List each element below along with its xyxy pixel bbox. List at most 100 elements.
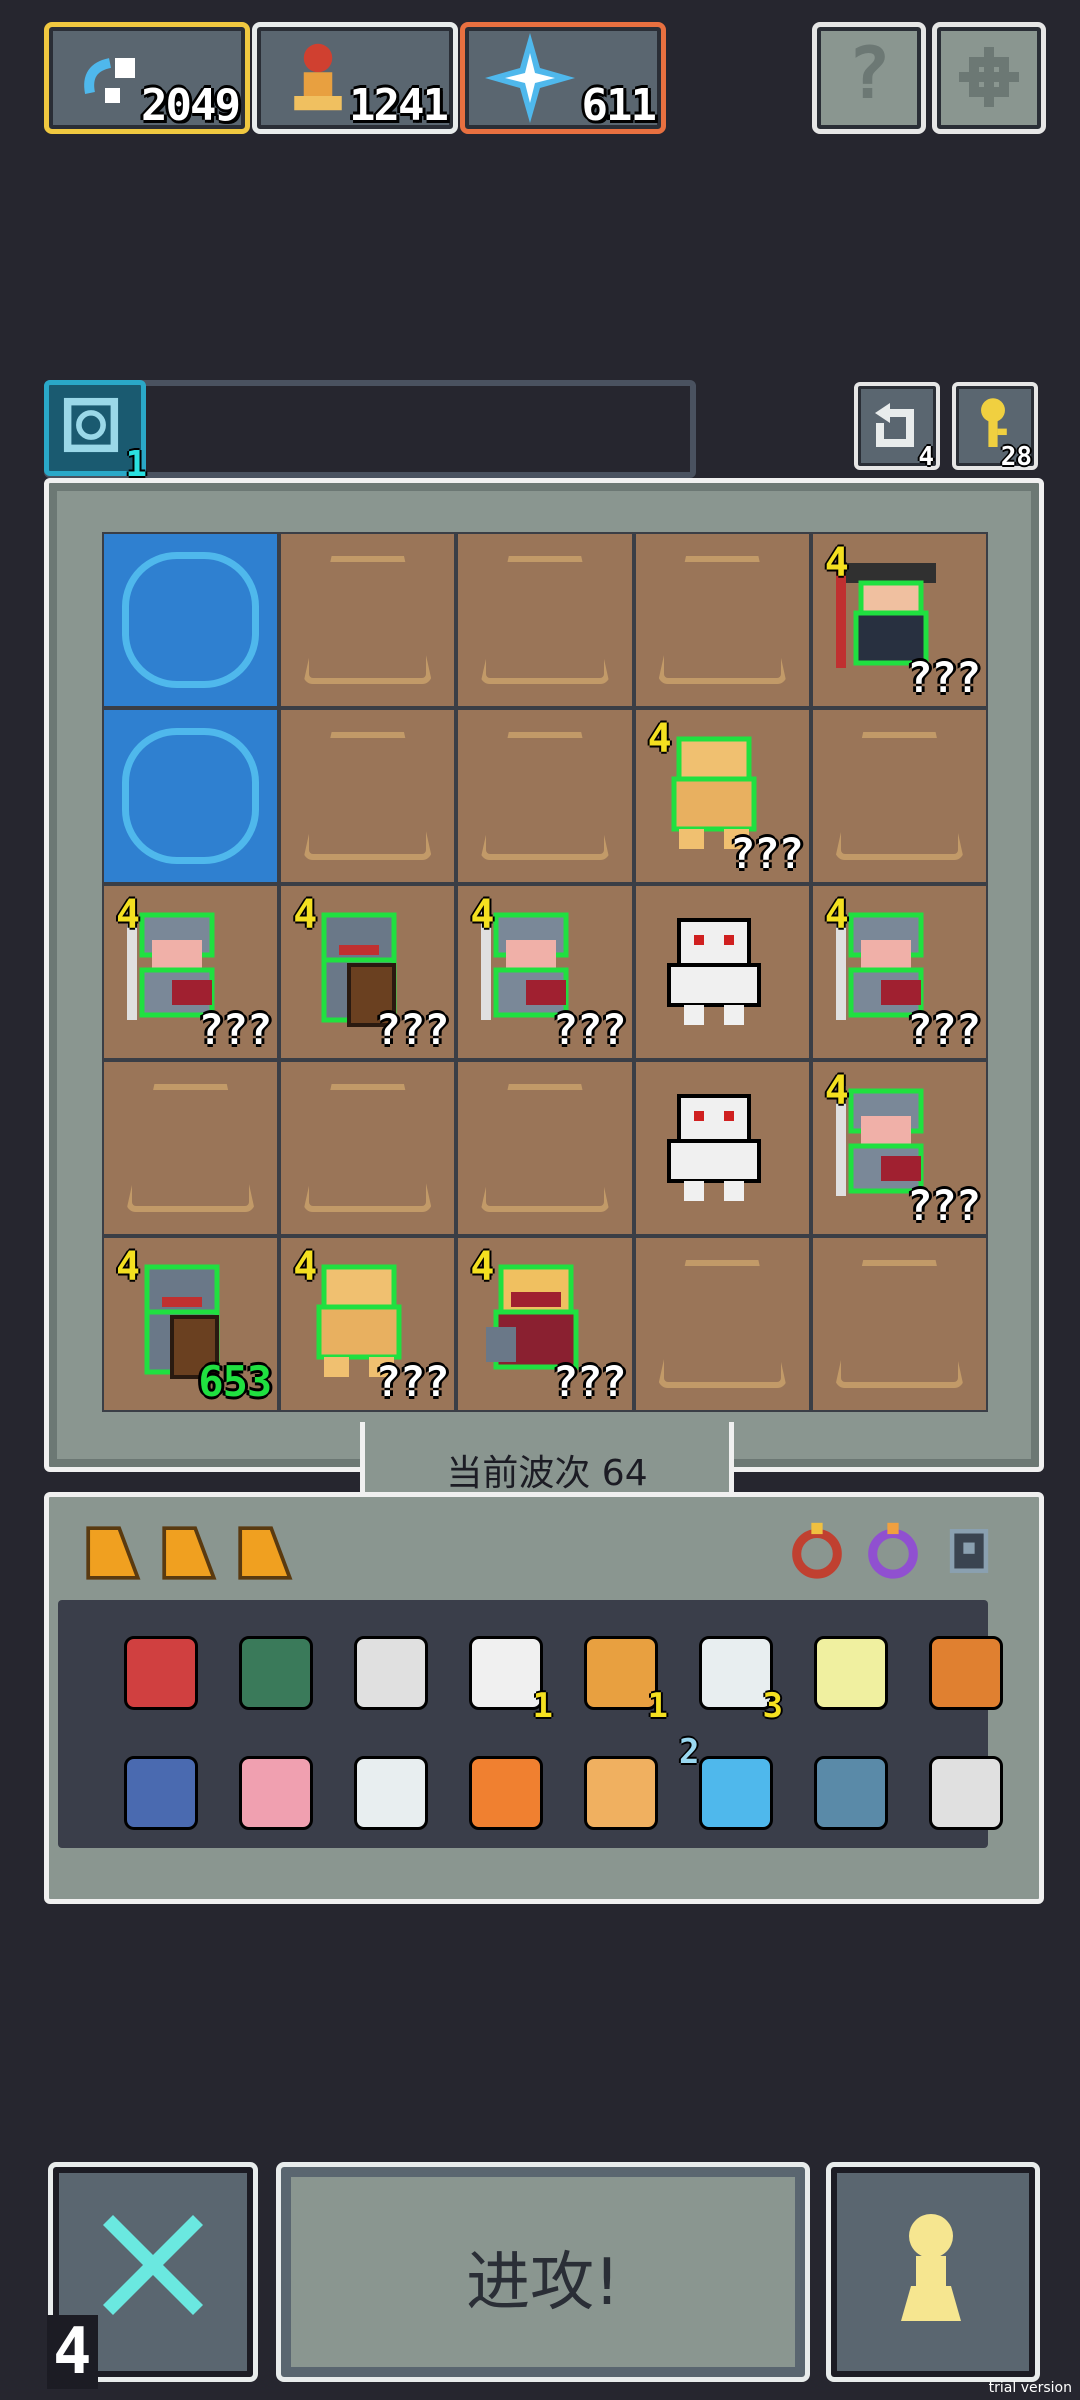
- card-icon[interactable]: [82, 1522, 144, 1584]
- red-ring-icon[interactable]: [788, 1520, 846, 1582]
- inventory-item[interactable]: [110, 1742, 206, 1838]
- peach-icon: [239, 1756, 313, 1830]
- empty-slot-icon: [126, 1084, 256, 1212]
- unit-level: 4: [293, 892, 318, 938]
- empty-slot-icon: [480, 732, 610, 860]
- help-button[interactable]: ?: [812, 22, 926, 134]
- board-cell[interactable]: [812, 710, 986, 882]
- unit-hp: ???: [729, 829, 804, 878]
- cancel-count: 4: [47, 2315, 98, 2389]
- cross-icon: [103, 2215, 203, 2315]
- attack-button[interactable]: 进攻!: [276, 2162, 810, 2382]
- star-count: 611: [581, 80, 657, 131]
- item-count: 2: [679, 1732, 700, 1772]
- key-button[interactable]: 28: [952, 382, 1038, 472]
- inventory-item[interactable]: [800, 1742, 896, 1838]
- inventory-item[interactable]: [455, 1742, 551, 1838]
- star-burst-icon: [485, 33, 575, 123]
- board-cell[interactable]: [458, 534, 632, 706]
- inventory-item[interactable]: 2: [679, 1732, 781, 1838]
- inventory-item[interactable]: [340, 1622, 436, 1718]
- empty-slot-icon: [834, 732, 964, 860]
- empty-slot-icon: [303, 1084, 433, 1212]
- inventory-item[interactable]: [225, 1742, 321, 1838]
- board-cell[interactable]: [635, 886, 809, 1058]
- board-cell[interactable]: [635, 534, 809, 706]
- board-cell[interactable]: [458, 1062, 632, 1234]
- board-cell[interactable]: 4???: [635, 710, 809, 882]
- inventory-item[interactable]: 1: [570, 1622, 668, 1726]
- item-inventory: 1 1 3 2: [58, 1600, 1003, 1848]
- unit-hp: ???: [907, 1181, 981, 1230]
- unit-level: 4: [824, 1068, 849, 1114]
- board-cell[interactable]: 4???: [458, 886, 632, 1058]
- inventory-item[interactable]: [915, 1742, 1011, 1838]
- item-count: 1: [647, 1686, 668, 1726]
- gear-icon: [959, 47, 1019, 107]
- board-cell[interactable]: 4 653: [104, 1238, 278, 1410]
- resource-stars[interactable]: 611: [460, 22, 666, 134]
- board-cell[interactable]: 4???: [458, 1238, 632, 1410]
- inventory-item[interactable]: [570, 1742, 666, 1838]
- unit-hp: 653: [198, 1357, 272, 1406]
- empty-slot-icon: [657, 1260, 787, 1388]
- settings-button[interactable]: [932, 22, 1046, 134]
- inventory-item[interactable]: [915, 1622, 1011, 1718]
- unit-hp: ???: [375, 1357, 450, 1406]
- cancel-button[interactable]: 4: [47, 2162, 258, 2389]
- board-cell[interactable]: 4???: [812, 1062, 986, 1234]
- timer-button[interactable]: 1: [44, 380, 147, 485]
- board-cell[interactable]: 4???: [812, 886, 986, 1058]
- inventory-item[interactable]: [225, 1622, 321, 1718]
- empty-slot-icon: [303, 732, 433, 860]
- inventory-item[interactable]: 3: [685, 1622, 783, 1726]
- mushroom-hook-icon: [929, 1636, 1003, 1710]
- board-cell[interactable]: [458, 710, 632, 882]
- turtle-shell-icon: [239, 1636, 313, 1710]
- inventory-item[interactable]: [110, 1622, 206, 1718]
- water-tile-icon: [122, 552, 260, 688]
- item-count: 1: [532, 1686, 553, 1726]
- unit-level: 4: [470, 892, 495, 938]
- water-tile-icon: [122, 728, 260, 864]
- inventory-item[interactable]: 1: [455, 1622, 553, 1726]
- unit-level: 4: [470, 1244, 495, 1290]
- inventory-item[interactable]: [340, 1742, 436, 1838]
- card-icon[interactable]: [158, 1522, 220, 1584]
- board-cell[interactable]: 4???: [281, 1238, 455, 1410]
- empty-slot-icon: [657, 556, 787, 684]
- pawn-button[interactable]: [826, 2162, 1040, 2382]
- pawn-token-icon: [294, 43, 342, 111]
- hook-icon: [929, 1756, 1003, 1830]
- board-cell[interactable]: 4???: [281, 886, 455, 1058]
- board-cell[interactable]: [104, 1062, 278, 1234]
- board-cell[interactable]: [104, 710, 278, 882]
- board-cell[interactable]: [281, 1062, 455, 1234]
- board-cell[interactable]: 4???: [104, 886, 278, 1058]
- crystal-orb-icon: [814, 1756, 888, 1830]
- inventory-item[interactable]: [800, 1622, 896, 1718]
- attack-label: 进攻!: [466, 2246, 620, 2320]
- empty-slot-icon: [303, 556, 433, 684]
- undo-count: 4: [918, 442, 934, 472]
- board-cell[interactable]: [281, 710, 455, 882]
- resource-shards[interactable]: 2049: [44, 22, 250, 134]
- board-cell[interactable]: 4???: [812, 534, 986, 706]
- board-cell[interactable]: [635, 1062, 809, 1234]
- board-cell[interactable]: [281, 534, 455, 706]
- resource-pawns[interactable]: 1241: [252, 22, 458, 134]
- wave-label: 当前波次 64: [446, 1453, 648, 1494]
- board-cell[interactable]: [812, 1238, 986, 1410]
- card-icon[interactable]: [234, 1522, 296, 1584]
- battle-grid: 4??? 4??? 4??? 4??? 4??? 4??? 4??? 4 653 …: [102, 532, 988, 1412]
- purple-ring-icon[interactable]: [864, 1520, 922, 1582]
- dark-amulet-icon[interactable]: [940, 1520, 998, 1582]
- undo-button[interactable]: 4: [854, 382, 940, 472]
- swirl-shard-icon: [84, 58, 135, 103]
- board-cell[interactable]: [104, 534, 278, 706]
- help-icon: ?: [847, 31, 891, 115]
- scroll-icon: [354, 1636, 428, 1710]
- board-cell[interactable]: [635, 1238, 809, 1410]
- unit-hp: ???: [552, 1005, 627, 1054]
- unit-level: 4: [647, 716, 672, 762]
